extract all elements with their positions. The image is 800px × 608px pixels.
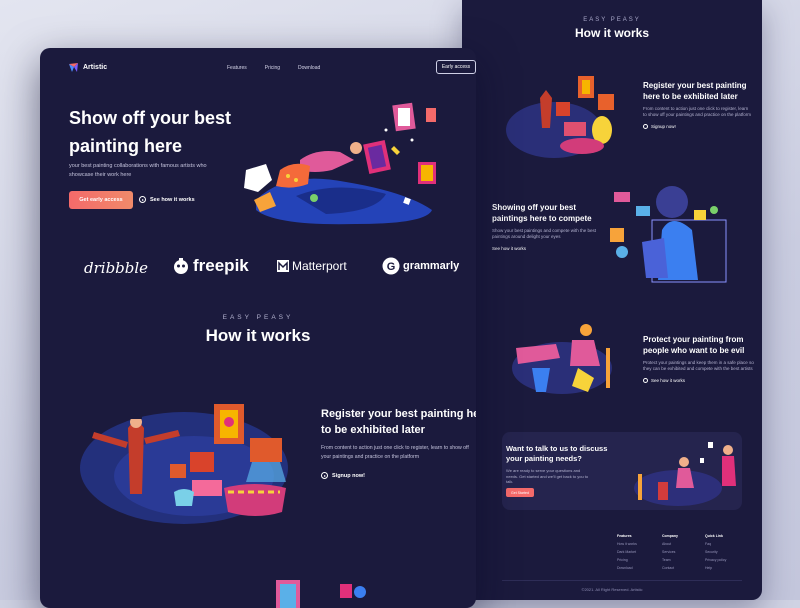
footer-link[interactable]: Download bbox=[617, 564, 637, 572]
register-painting-illustration bbox=[80, 404, 288, 524]
brand-name: Artistic bbox=[83, 64, 108, 71]
hero-illustration bbox=[244, 102, 436, 225]
back-step-2-link[interactable]: See how it works bbox=[492, 246, 612, 251]
play-circle-icon bbox=[321, 472, 328, 479]
artistic-logo-icon bbox=[69, 63, 78, 72]
top-nav: Artistic Features Pricing Download Early… bbox=[40, 60, 476, 76]
footer-link[interactable]: Faq bbox=[705, 540, 726, 548]
discussion-illustration bbox=[634, 442, 736, 506]
contact-cta-card: Want to talk to us to discuss your paint… bbox=[502, 432, 742, 510]
back-step-2: Showing off your best paintings here to … bbox=[492, 202, 612, 251]
register-illustration bbox=[506, 76, 614, 158]
next-step-illustration-peek bbox=[276, 580, 366, 608]
footer-link[interactable]: Team bbox=[662, 556, 678, 564]
footer-link[interactable]: Services bbox=[662, 548, 678, 556]
see-how-it-works-link[interactable]: See how it works bbox=[139, 196, 195, 203]
back-eyebrow: EASY PEASY bbox=[583, 17, 641, 23]
play-circle-icon bbox=[139, 196, 146, 203]
footer-link[interactable]: How it works bbox=[617, 540, 637, 548]
play-circle-icon bbox=[643, 378, 648, 383]
copyright: ©2021. All Right Reserved. Artistic bbox=[581, 587, 643, 592]
back-step-3: Protect your painting from people who wa… bbox=[643, 334, 755, 383]
back-step-1-title: Register your best painting here to be e… bbox=[643, 81, 747, 101]
footer-link[interactable]: Security bbox=[705, 548, 726, 556]
footer-link[interactable]: Privacy policy bbox=[705, 556, 726, 564]
footer-link[interactable]: Pricing bbox=[617, 556, 637, 564]
partner-logos: dribbble freepik Matterport G grammarly bbox=[40, 256, 476, 280]
freepik-logo: freepik bbox=[172, 256, 249, 276]
footer-col-features: Features How it works Dark Market Pricin… bbox=[617, 534, 637, 572]
back-step-3-description: Protect your paintings and keep them in … bbox=[643, 360, 754, 371]
protect-illustration bbox=[512, 324, 612, 394]
early-access-button[interactable]: Early access bbox=[436, 60, 476, 74]
grammarly-icon: G bbox=[382, 257, 400, 275]
back-step-2-title: Showing off your best paintings here to … bbox=[492, 203, 592, 223]
grammarly-logo: G grammarly bbox=[382, 257, 459, 275]
footer-link[interactable]: About bbox=[662, 540, 678, 548]
brand-logo[interactable]: Artistic bbox=[68, 62, 107, 73]
footer-divider bbox=[502, 580, 742, 581]
footer-link[interactable]: Help bbox=[705, 564, 726, 572]
footer-col-company: Company About Services Team Contact bbox=[662, 534, 678, 572]
back-step-3-link[interactable]: See how it works bbox=[643, 378, 755, 383]
nav-features[interactable]: Features bbox=[227, 65, 247, 71]
footer-link[interactable]: Contact bbox=[662, 564, 678, 572]
matterport-icon bbox=[277, 260, 289, 272]
dribbble-logo: dribbble bbox=[84, 259, 149, 277]
nav-pricing[interactable]: Pricing bbox=[265, 65, 280, 71]
compete-illustration bbox=[610, 186, 727, 283]
secondary-page-preview: EASY PEASY How it works Register your be… bbox=[462, 0, 762, 600]
back-step-1-description: From content to action just one click to… bbox=[643, 106, 751, 117]
nav-links: Features Pricing Download bbox=[227, 65, 320, 71]
register-step-title: Register your best painting here to be e… bbox=[321, 408, 476, 436]
back-step-2-description: Show your best paintings and compete wit… bbox=[492, 228, 597, 239]
get-started-button[interactable]: Get Started bbox=[506, 488, 534, 497]
back-step-3-title: Protect your painting from people who wa… bbox=[643, 335, 745, 355]
svg-text:G: G bbox=[387, 261, 396, 273]
signup-now-link[interactable]: Signup now! bbox=[321, 472, 365, 479]
cta-description: We are ready to serve your questions and… bbox=[506, 468, 589, 484]
nav-download[interactable]: Download bbox=[298, 65, 320, 71]
landing-page-preview: Artistic Features Pricing Download Early… bbox=[40, 48, 476, 608]
cta-title: Want to talk to us to discuss your paint… bbox=[506, 444, 608, 463]
back-section-title: How it works bbox=[574, 26, 649, 40]
footer-link[interactable]: Dark Market bbox=[617, 548, 637, 556]
how-eyebrow: EASY PEASY bbox=[222, 314, 294, 321]
register-step-description: From content to action just one click to… bbox=[321, 445, 469, 460]
back-step-1-link[interactable]: Signup now! bbox=[643, 124, 751, 129]
back-step-1: Register your best painting here to be e… bbox=[643, 80, 751, 129]
matterport-logo: Matterport bbox=[277, 259, 347, 273]
how-it-works-title: How it works bbox=[205, 326, 311, 345]
freepik-icon bbox=[174, 258, 188, 274]
get-early-access-button[interactable]: Get early access bbox=[69, 191, 133, 209]
play-circle-icon bbox=[643, 124, 648, 129]
hero-subtitle: your best painting collaborations with f… bbox=[69, 163, 207, 178]
footer-col-quicklink: Quick Link Faq Security Privacy policy H… bbox=[705, 534, 727, 572]
